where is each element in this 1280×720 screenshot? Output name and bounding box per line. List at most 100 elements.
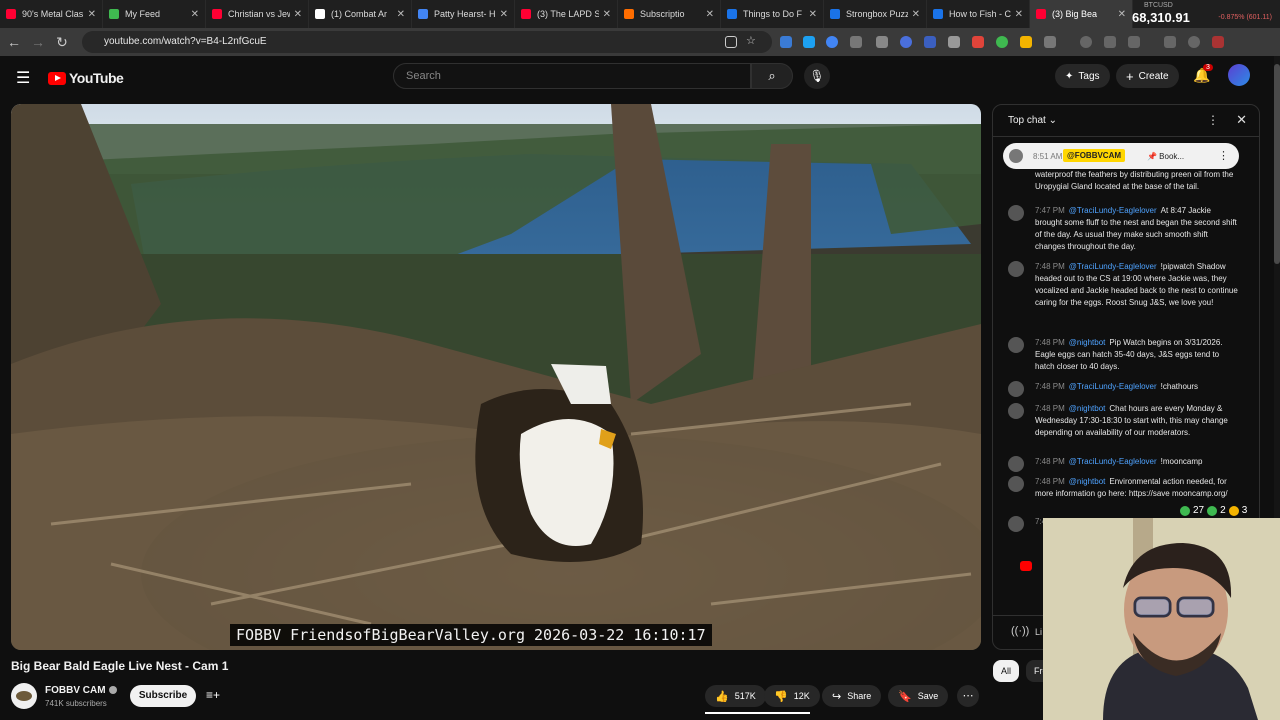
chat-message[interactable]: 7:47 PM @TraciLundy-Eaglelover At 8:47 Jac… [1008,205,1238,253]
tab-title: Patty Hearst- H [434,9,496,19]
browser-tab[interactable]: Strongbox Puzz ✕ [824,0,927,28]
youtube-mini-icon [1020,561,1032,571]
browser-tab[interactable]: How to Fish - C ✕ [927,0,1030,28]
tab-close-icon[interactable]: ✕ [397,9,405,20]
search-icon[interactable]: ⌕ [751,63,793,89]
hamburger-menu-icon[interactable]: ☰ [16,68,30,88]
menu-dots-icon[interactable] [1212,36,1224,48]
browser-tab[interactable]: Christian vs Jew ✕ [206,0,309,28]
more-actions-icon[interactable]: ⋯ [957,685,979,707]
chat-message[interactable]: 7:48 PM @nightbot Pip Watch begins on 3/31… [1008,337,1238,373]
profile-icon[interactable] [1188,36,1200,48]
chat-author[interactable]: @nightbot [1069,477,1106,486]
reload-icon[interactable]: ↻ [52,32,72,52]
close-icon[interactable]: ✕ [1236,112,1247,128]
browser-tab[interactable]: 90's Metal Clas ✕ [0,0,103,28]
extension-icon[interactable] [996,36,1008,48]
subscribe-button[interactable]: Subscribe [130,685,196,707]
share-label: Share [847,691,872,701]
tab-title: Christian vs Jew [228,9,290,19]
save-button[interactable]: 🔖 Save [888,685,949,707]
forward-icon[interactable]: → [28,32,48,52]
chat-message[interactable]: 7:48 PM @TraciLundy-Eaglelover !pipwatch S… [1008,261,1238,309]
youtube-logo[interactable]: YouTube [48,70,124,86]
chat-header: Top chat ⌄ ⋮ ✕ [993,105,1259,137]
tab-close-icon[interactable]: ✕ [809,9,817,20]
youtube-play-icon [48,71,66,85]
chat-menu-icon[interactable]: ⋮ [1207,113,1219,127]
scrollbar-thumb[interactable] [1274,64,1280,264]
search-input[interactable]: Search [393,63,751,89]
tab-title: Things to Do F [743,9,803,19]
chat-author[interactable]: @TraciLundy-Eaglelover [1069,382,1157,391]
chat-author[interactable]: @TraciLundy-Eaglelover [1069,206,1157,215]
bookmark-star-icon[interactable]: ☆ [746,34,758,47]
tab-close-icon[interactable]: ✕ [912,9,920,20]
browser-tab[interactable]: Things to Do F ✕ [721,0,824,28]
tab-close-icon[interactable]: ✕ [1118,9,1126,20]
channel-name[interactable]: FOBBV CAM [45,685,117,696]
sidebar-icon[interactable] [1164,36,1176,48]
tab-close-icon[interactable]: ✕ [603,9,611,20]
favicon-icon [109,9,119,19]
extension-icon[interactable] [850,36,862,48]
chat-message[interactable]: waterproof the feathers by distributing … [1008,169,1238,193]
like-button[interactable]: 👍 517K [705,685,766,707]
extension-icon[interactable] [924,36,936,48]
share-button[interactable]: ↪ Share [822,685,882,707]
chevron-down-icon: ⌄ [1048,115,1057,126]
back-icon[interactable]: ← [4,32,24,52]
account-avatar[interactable] [1228,64,1250,86]
tab-close-icon[interactable]: ✕ [500,9,508,20]
chat-message[interactable]: 7:48 PM @nightbot Chat hours are every Mon… [1008,403,1238,439]
chip-all[interactable]: All [993,660,1020,682]
tab-title: 90's Metal Clas [22,9,84,19]
chat-author[interactable]: @TraciLundy-Eaglelover [1069,262,1157,271]
browser-tab[interactable]: (1) Combat Ar ✕ [309,0,412,28]
video-player[interactable]: FOBBV FriendsofBigBearValley.org 2026-03… [11,104,981,650]
chat-message[interactable]: 7:48 PM @TraciLundy-Eaglelover !chathours [1008,381,1238,397]
extension-icon[interactable] [900,36,912,48]
tab-close-icon[interactable]: ✕ [191,9,199,20]
favicon-icon [315,9,325,19]
favicon-icon [418,9,428,19]
create-button[interactable]: + Create [1116,64,1179,88]
browser-tab[interactable]: Patty Hearst- H ✕ [412,0,515,28]
chat-author[interactable]: @nightbot [1069,338,1106,347]
chat-author[interactable]: @TraciLundy-Eaglelover [1069,457,1157,466]
tab-close-icon[interactable]: ✕ [88,9,96,20]
chat-message[interactable]: 7:48 PM @TraciLundy-Eaglelover !mooncamp [1008,456,1238,472]
chat-message[interactable]: 7:48 PM @nightbot Environmental action nee… [1008,476,1238,500]
channel-avatar[interactable] [11,683,37,709]
extension-icon[interactable] [948,36,960,48]
chat-time: 7:48 PM [1035,477,1065,486]
tab-close-icon[interactable]: ✕ [706,9,714,20]
microphone-icon[interactable]: 🎙 [804,63,830,89]
history-icon[interactable] [1080,36,1092,48]
extensions-puzzle-icon[interactable] [1044,36,1056,48]
extension-icon[interactable] [876,36,888,48]
playlist-add-icon[interactable]: ≡+ [206,688,220,702]
browser-tab[interactable]: (3) Big Bea ✕ [1030,0,1133,28]
pinned-message[interactable]: 8:51 AM @FOBBVCAM 📌 Book... ⋮ [1003,143,1239,169]
chat-author[interactable]: @nightbot [1069,404,1106,413]
dislike-button[interactable]: 👎 12K [764,685,820,707]
extension-icon[interactable] [972,36,984,48]
tab-close-icon[interactable]: ✕ [294,9,302,20]
tab-close-icon[interactable]: ✕ [1015,9,1023,20]
browser-tab[interactable]: Subscriptio ✕ [618,0,721,28]
tab-title: Strongbox Puzz [846,9,908,19]
extension-icon[interactable] [780,36,792,48]
pinned-menu-icon[interactable]: ⋮ [1218,149,1229,162]
extension-icon[interactable] [1020,36,1032,48]
browser-tab[interactable]: My Feed ✕ [103,0,206,28]
tags-button[interactable]: ✦ Tags [1055,64,1110,88]
url-field[interactable]: youtube.com/watch?v=B4-L2nfGcuE [82,31,772,53]
extension-icon[interactable] [826,36,838,48]
install-icon[interactable] [725,36,737,48]
browser-tab[interactable]: (3) The LAPD S ✕ [515,0,618,28]
chat-mode-dropdown[interactable]: Top chat ⌄ [1008,115,1057,126]
devtools-icon[interactable] [1128,36,1140,48]
extension-icon[interactable] [803,36,815,48]
download-icon[interactable] [1104,36,1116,48]
